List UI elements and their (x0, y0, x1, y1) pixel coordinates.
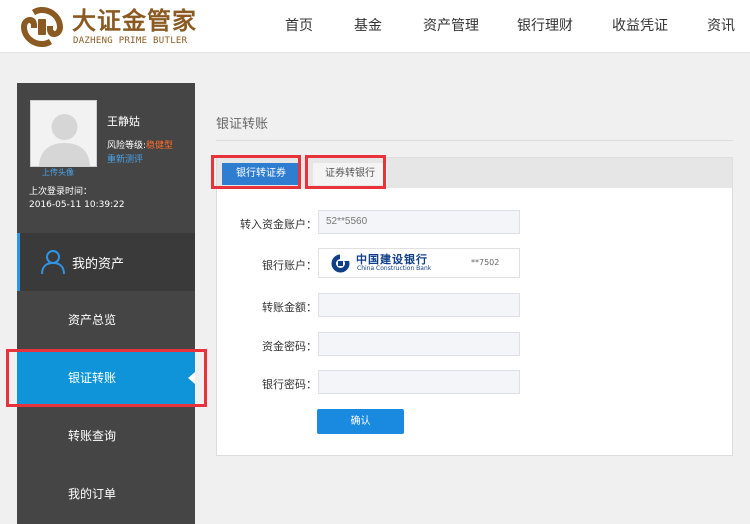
nav-income-certificate[interactable]: 收益凭证 (612, 0, 668, 53)
fund-password-input[interactable] (318, 332, 520, 356)
menu-my-assets-label: 我的资产 (72, 257, 125, 272)
nav-fund[interactable]: 基金 (354, 0, 382, 53)
sidebar-item-label: 转账查询 (68, 429, 117, 443)
nav-news[interactable]: 资讯 (707, 0, 735, 53)
bank-account-field[interactable]: 中国建设银行 China Construction Bank **7502 (318, 248, 520, 278)
reassess-link[interactable]: 重新测评 (107, 152, 143, 165)
dazheng-logo-icon (21, 7, 63, 47)
sidebar-item-asset-overview[interactable]: 资产总览 (17, 291, 195, 349)
risk-level-value: 稳健型 (146, 141, 174, 151)
nav-bank-wealth[interactable]: 银行理财 (517, 0, 573, 53)
bank-password-input[interactable] (318, 370, 520, 394)
upload-avatar-link[interactable]: 上传头像 (42, 167, 74, 178)
user-name: 王静姑 (107, 115, 140, 128)
avatar[interactable] (30, 100, 97, 167)
risk-level: 风险等级:稳健型 (107, 138, 173, 151)
sidebar-item-transfer-query[interactable]: 转账查询 (17, 407, 195, 465)
user-icon (41, 250, 65, 275)
fund-password-label: 资金密码： (262, 340, 317, 353)
sidebar-item-label: 我的订单 (68, 487, 117, 501)
highlight-box-securities-to-bank (305, 155, 386, 189)
title-divider (216, 140, 733, 141)
amount-label: 转账金额： (262, 301, 317, 314)
highlight-box-sidebar-transfer (6, 349, 207, 407)
transfer-panel: 银行转证券 证券转银行 转入资金账户： 52**5560 银行账户： 中国建设银… (216, 157, 733, 456)
brand-name-en: DAZHENG PRIME BUTLER (73, 36, 188, 46)
confirm-button[interactable]: 确认 (317, 409, 404, 434)
bank-account-tail: **7502 (471, 258, 500, 267)
ccb-logo-icon (331, 254, 351, 273)
highlight-box-bank-to-securities (211, 155, 301, 189)
avatar-placeholder-icon (39, 114, 90, 166)
bank-account-label: 银行账户： (262, 259, 317, 272)
fund-account-field[interactable]: 52**5560 (318, 210, 520, 234)
page-title: 银证转账 (216, 117, 269, 132)
nav-asset-management[interactable]: 资产管理 (423, 0, 479, 53)
menu-my-assets[interactable]: 我的资产 (17, 233, 195, 291)
amount-input[interactable] (318, 293, 520, 317)
sidebar-item-label: 资产总览 (68, 313, 117, 327)
risk-level-label: 风险等级: (107, 141, 147, 151)
sidebar: 上传头像 王静姑 风险等级:稳健型 重新测评 上次登录时间： 2016-05-1… (17, 83, 195, 524)
nav-home[interactable]: 首页 (285, 0, 313, 53)
last-login-time: 2016-05-11 10:39:22 (29, 200, 125, 210)
bank-name-en: China Construction Bank (357, 265, 432, 272)
brand-name-cn: 大证金管家 (72, 7, 197, 35)
last-login-label: 上次登录时间： (29, 187, 93, 197)
account-label: 转入资金账户： (240, 218, 317, 231)
top-header: 大证金管家 DAZHENG PRIME BUTLER 首页 基金 资产管理 银行… (0, 0, 750, 53)
bank-password-label: 银行密码： (262, 378, 317, 391)
brand-logo[interactable]: 大证金管家 DAZHENG PRIME BUTLER (20, 6, 210, 48)
sidebar-item-my-orders[interactable]: 我的订单 (17, 465, 195, 523)
